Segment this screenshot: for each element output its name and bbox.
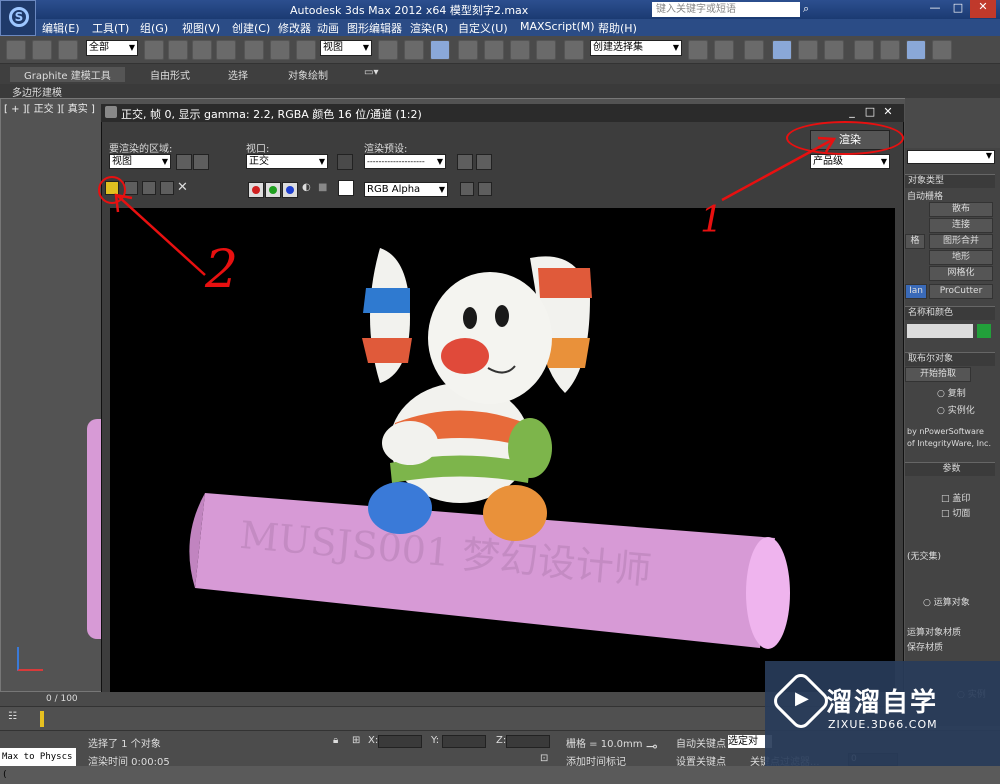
x-label: X: <box>368 735 379 746</box>
annotation-number-2: 2 <box>205 240 239 300</box>
z-coordinate-field[interactable] <box>506 735 550 748</box>
auto-key-button[interactable]: 自动关键点 <box>676 735 726 750</box>
y-coordinate-field[interactable] <box>442 735 486 748</box>
y-label: Y: <box>431 735 440 746</box>
annotation-arrows <box>114 136 837 276</box>
absolute-mode-icon[interactable]: ⊞ <box>352 735 360 746</box>
grid-size-status: 栅格 = 10.0mm <box>566 739 643 750</box>
key-icon[interactable]: ⊸ <box>646 739 658 755</box>
arrow-2-line <box>117 195 206 276</box>
watermark-play-icon: ▶ <box>795 688 809 709</box>
annotation-number-1: 1 <box>700 200 723 241</box>
frame-counter: 0 / 100 <box>46 694 78 704</box>
time-tag-icon[interactable]: ⊡ <box>540 753 548 764</box>
z-label: Z: <box>496 735 507 746</box>
x-coordinate-field[interactable] <box>378 735 422 748</box>
arrow-1-line <box>721 138 833 202</box>
maxscript-listener-field[interactable]: Max to Physcs ( <box>0 748 76 780</box>
selection-status: 选择了 1 个对象 <box>88 739 161 750</box>
watermark-title: 溜溜自学 <box>826 688 939 718</box>
mini-listener-icon[interactable]: ☷ <box>8 711 17 722</box>
watermark-url: ZIXUE.3D66.COM <box>828 718 938 731</box>
timeline-marker[interactable] <box>40 711 44 727</box>
lock-selection-icon[interactable]: 🔒︎ <box>333 735 338 746</box>
